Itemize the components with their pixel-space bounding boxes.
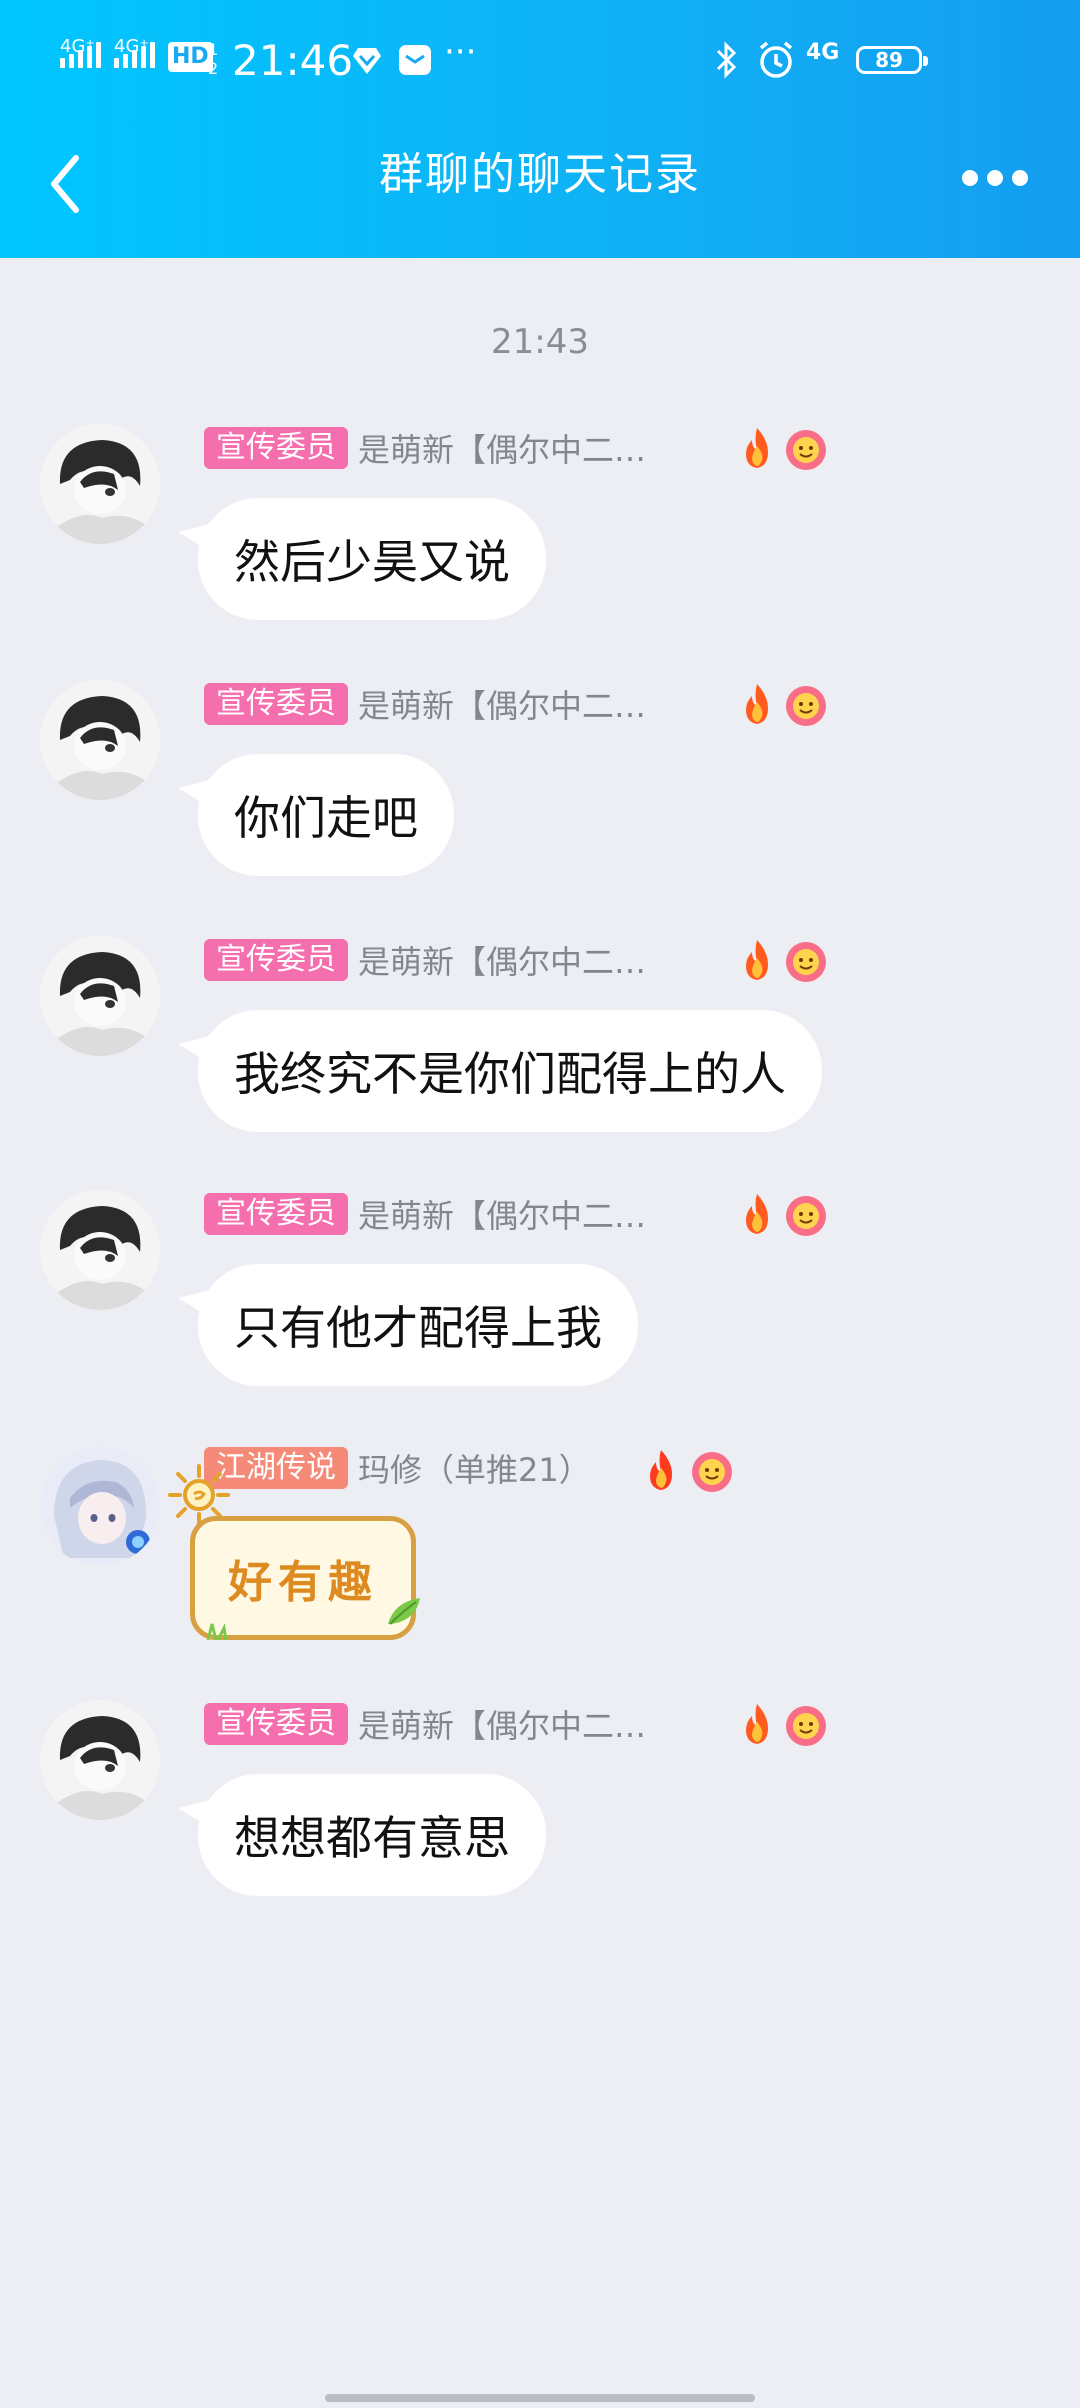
avatar[interactable] (40, 1700, 160, 1820)
flower-face-icon (786, 430, 826, 470)
signal-icon-2 (114, 42, 155, 68)
sender-name[interactable]: 是萌新【偶尔中二… (358, 681, 646, 727)
message-bubble[interactable]: 想想都有意思 (198, 1774, 546, 1896)
sender-name[interactable]: 是萌新【偶尔中二… (358, 1701, 646, 1747)
hd-sim-number: 12 (208, 40, 219, 78)
avatar[interactable] (40, 680, 160, 800)
sender-info: 宣传委员 是萌新【偶尔中二… (204, 938, 646, 982)
anime-avatar-icon (40, 680, 160, 800)
fire-icon (746, 940, 768, 980)
alarm-icon (759, 41, 793, 78)
anime-avatar-icon (40, 1190, 160, 1310)
member-title-badge: 宣传委员 (204, 427, 348, 469)
anime-avatar-icon (40, 1700, 160, 1820)
grass-icon (206, 1623, 228, 1640)
network-type-3: 4G (806, 40, 840, 65)
member-title-badge: 宣传委员 (204, 683, 348, 725)
flower-face-icon (786, 1706, 826, 1746)
member-title-badge: 宣传委员 (204, 1193, 348, 1235)
chat-timestamp: 21:43 (491, 322, 589, 362)
more-dot-icon (987, 170, 1003, 186)
more-status-icon: ··· (444, 32, 477, 72)
fire-icon (746, 684, 768, 724)
sender-name[interactable]: 是萌新【偶尔中二… (358, 1191, 646, 1237)
sender-name[interactable]: 玛修（单推21） (358, 1445, 591, 1491)
fire-icon (746, 428, 768, 468)
bluetooth-icon (716, 41, 737, 79)
flower-face-icon (786, 942, 826, 982)
page-title: 群聊的聊天记录 (379, 149, 701, 200)
signal-icon-1 (60, 42, 101, 68)
avatar[interactable] (40, 1190, 160, 1310)
avatar[interactable] (40, 1446, 160, 1566)
home-indicator[interactable] (325, 2394, 755, 2402)
anime-girl-avatar-icon (40, 1446, 160, 1566)
message-bubble[interactable]: 你们走吧 (198, 754, 454, 876)
message-bubble[interactable]: 我终究不是你们配得上的人 (198, 1010, 822, 1132)
anime-avatar-icon (40, 936, 160, 1056)
status-bar: 4G⁺ 4G⁺ HD 12 21:46 ··· 4G 89 (0, 0, 1080, 120)
vpn-shield-icon (353, 48, 381, 74)
anime-avatar-icon (40, 424, 160, 544)
sender-info: 宣传委员 是萌新【偶尔中二… (204, 426, 646, 470)
sender-info: 宣传委员 是萌新【偶尔中二… (204, 1192, 646, 1236)
leaf-icon (388, 1598, 420, 1625)
sender-info: 江湖传说 玛修（单推21） (204, 1446, 591, 1490)
flower-face-icon (786, 1196, 826, 1236)
more-dot-icon (962, 170, 978, 186)
message-bubble[interactable]: 只有他才配得上我 (198, 1264, 638, 1386)
status-time: 21:46 (232, 36, 354, 85)
more-dot-icon (1012, 170, 1028, 186)
member-title-badge: 宣传委员 (204, 939, 348, 981)
battery-indicator: 89 (856, 46, 928, 74)
member-title-badge: 宣传委员 (204, 1703, 348, 1745)
more-options-button[interactable] (962, 170, 1028, 186)
top-bar: 4G⁺ 4G⁺ HD 12 21:46 ··· 4G 89 群聊的聊天记录 (0, 0, 1080, 258)
message-bubble[interactable]: 然后少昊又说 (198, 498, 546, 620)
avatar[interactable] (40, 936, 160, 1056)
flower-face-icon (786, 686, 826, 726)
flower-face-icon (692, 1452, 732, 1492)
sender-name[interactable]: 是萌新【偶尔中二… (358, 425, 646, 471)
sender-info: 宣传委员 是萌新【偶尔中二… (204, 682, 646, 726)
mail-icon (399, 45, 431, 75)
hd-icon: HD (168, 42, 213, 72)
fire-icon (746, 1194, 768, 1234)
fire-icon (650, 1450, 672, 1490)
avatar[interactable] (40, 424, 160, 544)
sender-name[interactable]: 是萌新【偶尔中二… (358, 937, 646, 983)
sender-info: 宣传委员 是萌新【偶尔中二… (204, 1702, 646, 1746)
fire-icon (746, 1704, 768, 1744)
